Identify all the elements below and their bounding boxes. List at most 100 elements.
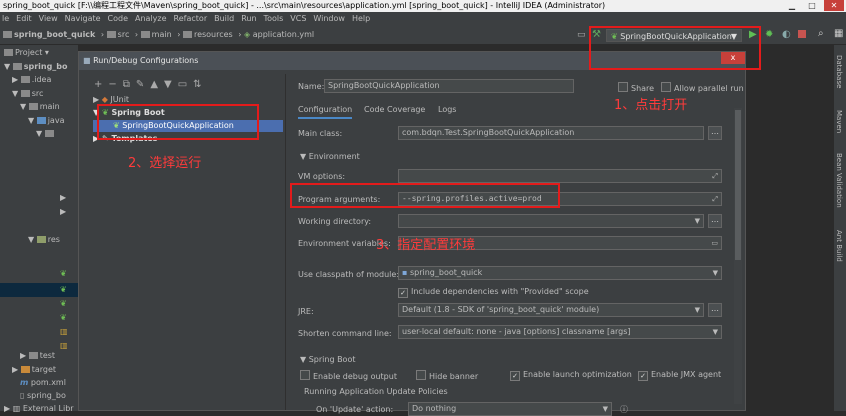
- menu-help[interactable]: Help: [352, 14, 370, 23]
- module-icon: ▪: [402, 268, 408, 277]
- expand-icon[interactable]: ⤢: [712, 193, 718, 205]
- browse-jre-button[interactable]: …: [708, 303, 722, 317]
- arrow-up-icon[interactable]: ▲: [150, 79, 164, 90]
- menu-vcs[interactable]: VCS: [290, 14, 306, 23]
- breadcrumb-file[interactable]: › ◈ application.yml: [238, 26, 314, 44]
- folder-icon: [36, 236, 46, 243]
- tree-item-iml[interactable]: ▯ spring_bo: [20, 391, 66, 400]
- environment-section[interactable]: ▼ Environment: [300, 152, 360, 161]
- minimize-button[interactable]: ▁: [784, 0, 800, 11]
- tab-logs[interactable]: Logs: [438, 105, 456, 114]
- spring-config-icon: ❦: [60, 269, 67, 278]
- menu-view[interactable]: View: [39, 14, 58, 23]
- breadcrumb-main[interactable]: › main: [135, 26, 172, 44]
- tree-item-pom[interactable]: m pom.xml: [20, 378, 66, 387]
- stop-icon[interactable]: [798, 30, 806, 38]
- tree-arrow[interactable]: ▶: [60, 207, 66, 216]
- shorten-command-line-select[interactable]: user-local default: none - java [options…: [398, 325, 722, 339]
- tab-configuration[interactable]: Configuration: [298, 105, 353, 119]
- menu-bar: le Edit View Navigate Code Analyze Refactor Bui…: [0, 12, 846, 26]
- breadcrumb-src[interactable]: › src: [101, 26, 129, 44]
- tree-item-junit[interactable]: ▶ ◆ JUnit: [93, 95, 129, 104]
- chevron-down-icon[interactable]: ▼: [695, 215, 700, 227]
- main-class-field[interactable]: com.bdqn.Test.SpringBootQuickApplication: [398, 126, 704, 140]
- name-field[interactable]: SpringBootQuickApplication: [324, 79, 574, 93]
- checkbox-box: [300, 370, 310, 380]
- vm-options-field[interactable]: ⤢: [398, 169, 722, 183]
- allow-parallel-run-checkbox[interactable]: Allow parallel run: [661, 82, 744, 93]
- configuration-scrollbar[interactable]: [734, 108, 742, 404]
- annotation-box-program-arguments: [290, 183, 560, 208]
- share-checkbox[interactable]: Share: [618, 82, 654, 93]
- tool-tab-maven[interactable]: Maven: [835, 110, 843, 133]
- on-update-action-select[interactable]: Do nothing ▼: [408, 402, 612, 416]
- configuration-panel: Name: SpringBootQuickApplication Share A…: [285, 74, 746, 416]
- tab-code-coverage[interactable]: Code Coverage: [364, 105, 425, 114]
- menu-file[interactable]: le: [2, 14, 9, 23]
- tool-tab-database[interactable]: Database: [835, 55, 843, 88]
- menu-edit[interactable]: Edit: [16, 14, 32, 23]
- project-panel-header[interactable]: Project ▾: [4, 48, 49, 57]
- browse-working-directory-button[interactable]: …: [708, 214, 722, 228]
- annotation-box-spring-boot: [97, 104, 259, 140]
- menu-window[interactable]: Window: [313, 14, 345, 23]
- breadcrumb-resources[interactable]: › resources: [177, 26, 233, 44]
- breadcrumb-project[interactable]: spring_boot_quick: [3, 26, 95, 44]
- menu-build[interactable]: Build: [214, 14, 234, 23]
- tree-item-package[interactable]: ▼: [36, 129, 56, 138]
- tool-tab-bean-validation[interactable]: Bean Validation: [835, 153, 843, 208]
- debug-icon[interactable]: ✹: [765, 29, 773, 40]
- search-icon[interactable]: ⌕: [818, 28, 824, 39]
- close-window-button[interactable]: ✕: [824, 0, 844, 11]
- tree-item-main[interactable]: ▼ main: [20, 102, 60, 111]
- add-icon[interactable]: +: [94, 79, 108, 90]
- classpath-module-select[interactable]: ▪ spring_boot_quick ▼: [398, 266, 722, 280]
- sort-icon[interactable]: ⇅: [193, 79, 207, 90]
- copy-icon[interactable]: ⧉: [123, 79, 136, 90]
- annotation-box-run-selector: [589, 26, 761, 70]
- scrollbar-thumb[interactable]: [735, 110, 741, 260]
- jre-select[interactable]: Default (1.8 - SDK of 'spring_boot_quick…: [398, 303, 704, 317]
- tree-item-idea[interactable]: ▶ .idea: [12, 75, 51, 84]
- folder-icon[interactable]: ▭: [178, 79, 193, 90]
- project-structure-icon[interactable]: ▦: [834, 28, 843, 39]
- remove-icon[interactable]: −: [108, 79, 122, 90]
- browse-main-class-button[interactable]: …: [708, 126, 722, 140]
- window-title-bar: spring_boot_quick [F:\\编程工程文件\Maven\spri…: [0, 0, 846, 12]
- tree-item-root[interactable]: ▼ spring_bo: [4, 62, 68, 71]
- shorten-command-line-label: Shorten command line:: [298, 329, 392, 338]
- expand-icon[interactable]: ⤢: [712, 170, 718, 182]
- tree-item-resources[interactable]: ▼ res: [28, 235, 60, 244]
- folder-icon: [20, 366, 30, 373]
- tree-item-external-libraries[interactable]: ▶ ▥ External Libr: [4, 404, 74, 413]
- menu-run[interactable]: Run: [241, 14, 256, 23]
- working-directory-field[interactable]: ▼: [398, 214, 704, 228]
- menu-refactor[interactable]: Refactor: [174, 14, 208, 23]
- folder-icon: [28, 103, 38, 110]
- enable-launch-optimization-checkbox[interactable]: ✓ Enable launch optimization: [510, 370, 632, 381]
- enable-debug-output-checkbox[interactable]: Enable debug output: [300, 370, 397, 381]
- menu-code[interactable]: Code: [108, 14, 128, 23]
- tree-item-test[interactable]: ▶ test: [20, 351, 55, 360]
- tree-arrow[interactable]: ▶: [60, 193, 66, 202]
- menu-analyze[interactable]: Analyze: [135, 14, 167, 23]
- menu-navigate[interactable]: Navigate: [65, 14, 101, 23]
- enable-jmx-agent-checkbox[interactable]: ✓ Enable JMX agent: [638, 370, 721, 381]
- help-icon[interactable]: ⓘ: [620, 404, 628, 415]
- yaml-file-icon: ◈: [244, 30, 251, 39]
- tree-item-java[interactable]: ▼ java: [28, 116, 64, 125]
- arrow-down-icon[interactable]: ▼: [164, 79, 178, 90]
- hide-banner-checkbox[interactable]: Hide banner: [416, 370, 478, 381]
- edit-variables-icon[interactable]: ▭: [711, 237, 718, 249]
- tree-item-target[interactable]: ▶ target: [12, 365, 56, 374]
- wrench-icon[interactable]: ✎: [136, 79, 150, 90]
- spring-boot-section[interactable]: ▼ Spring Boot: [300, 355, 355, 364]
- layout-icon[interactable]: ▭: [577, 30, 586, 40]
- folder-icon: [20, 90, 30, 97]
- maximize-button[interactable]: □: [804, 0, 820, 11]
- tool-tab-ant-build[interactable]: Ant Build: [835, 230, 843, 262]
- coverage-icon[interactable]: ◐: [782, 29, 791, 40]
- tree-item-src[interactable]: ▼ src: [12, 89, 43, 98]
- menu-tools[interactable]: Tools: [264, 14, 284, 23]
- include-provided-checkbox[interactable]: ✓ Include dependencies with "Provided" sc…: [398, 287, 589, 298]
